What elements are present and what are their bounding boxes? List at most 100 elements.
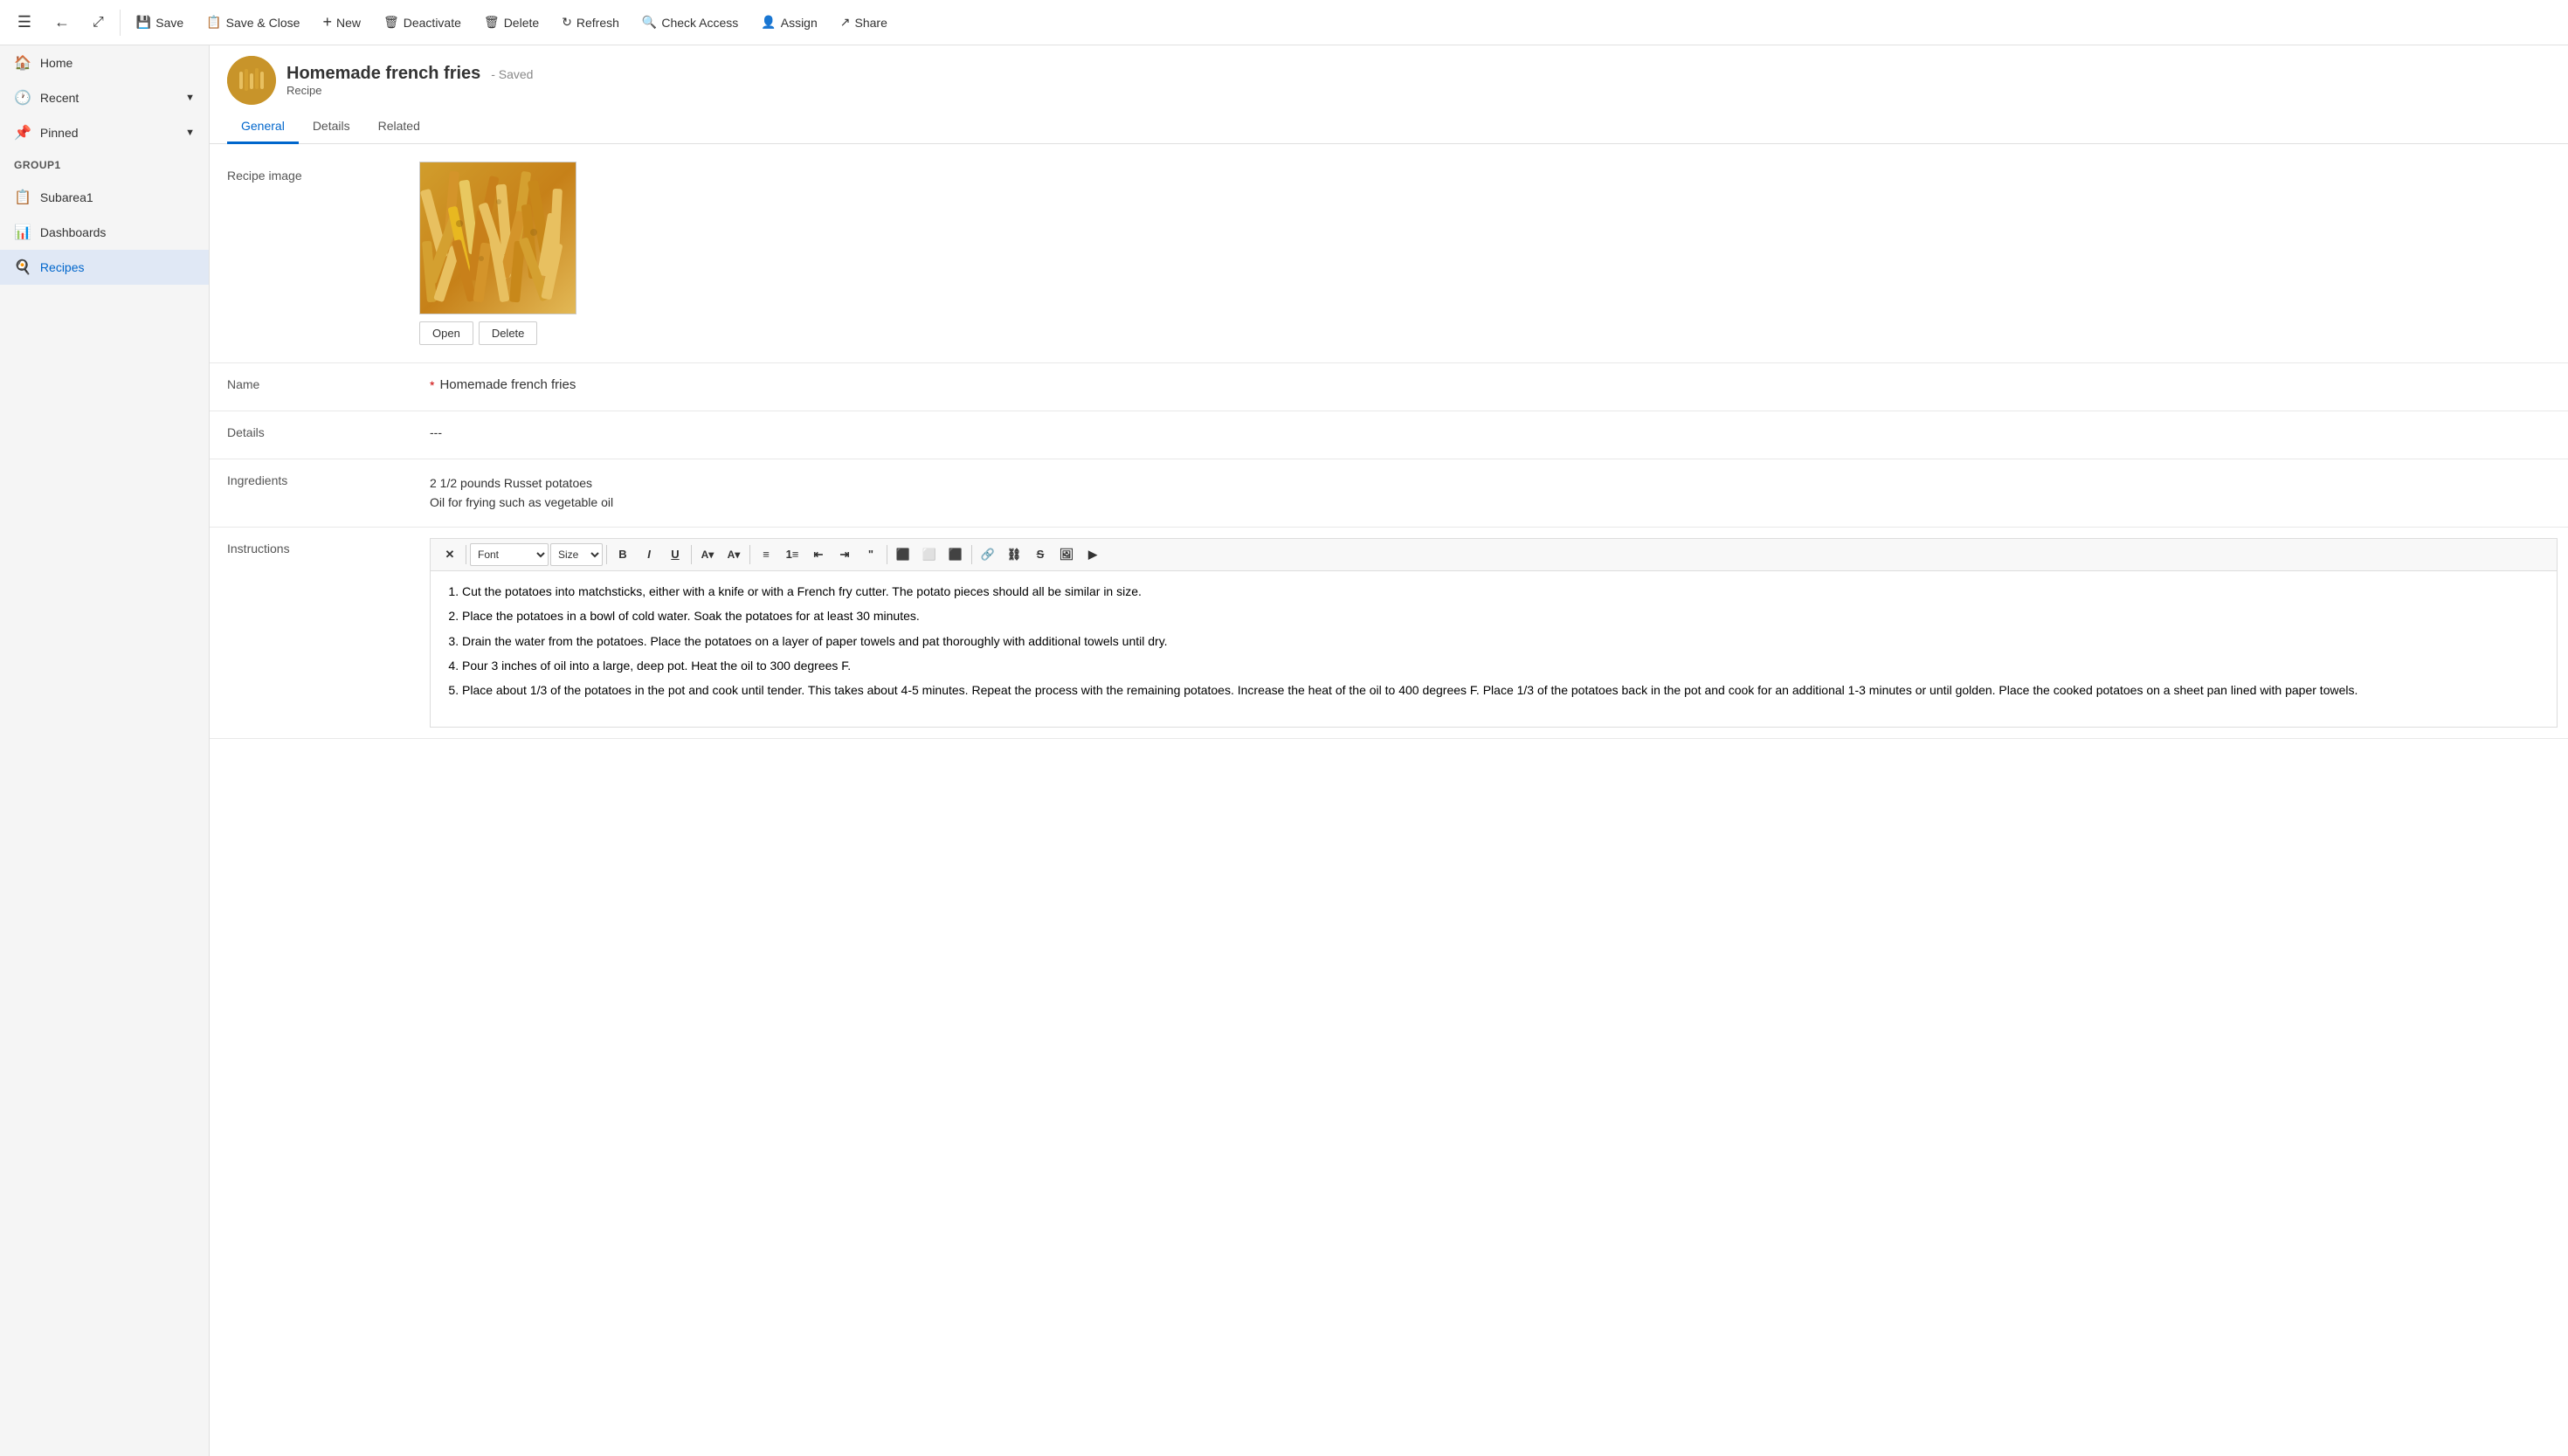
delete-icon: 🗑	[484, 15, 500, 30]
bullet-list-button[interactable]: ≡	[754, 542, 778, 567]
decrease-indent-button[interactable]: ⇤	[806, 542, 831, 567]
align-right-icon: ⬛	[949, 548, 963, 562]
instruction-item: Pour 3 inches of oil into a large, deep …	[462, 656, 2543, 675]
font-select[interactable]: Font	[470, 543, 549, 566]
instruction-item: Place the potatoes in a bowl of cold wat…	[462, 606, 2543, 625]
check-access-icon: 🔍	[642, 15, 657, 30]
avatar-image	[227, 56, 276, 105]
align-left-icon: ⬛	[896, 548, 910, 562]
align-center-icon: ⬜	[922, 548, 936, 562]
avatar	[227, 56, 276, 105]
sidebar-item-pinned[interactable]: 📌 Pinned ▼	[0, 115, 209, 150]
save-close-label: Save & Close	[226, 16, 300, 30]
dashboard-icon: 📊	[14, 224, 31, 241]
new-button[interactable]: + New	[312, 8, 371, 37]
instructions-content[interactable]: Cut the potatoes into matchsticks, eithe…	[430, 570, 2558, 728]
sidebar-item-subarea1[interactable]: 📋 Subarea1	[0, 180, 209, 215]
underline-button[interactable]: U	[663, 542, 687, 567]
align-right-button[interactable]: ⬛	[943, 542, 968, 567]
sidebar-item-home[interactable]: 🏠 Home	[0, 45, 209, 80]
bold-button[interactable]: B	[611, 542, 635, 567]
sidebar-item-label: Pinned	[40, 126, 176, 140]
tab-general[interactable]: General	[227, 112, 299, 144]
delete-image-button[interactable]: Delete	[479, 321, 538, 345]
assign-label: Assign	[781, 16, 818, 30]
highlight-icon: A▾	[701, 549, 714, 561]
instructions-row: Instructions ✕ Font Size	[210, 528, 2568, 739]
size-select[interactable]: Size	[550, 543, 603, 566]
save-button[interactable]: 💾 Save	[126, 10, 194, 35]
ingredients-line1: 2 1/2 pounds Russet potatoes	[430, 473, 2558, 493]
strikethrough-button[interactable]: S	[1028, 542, 1053, 567]
instruction-item: Place about 1/3 of the potatoes in the p…	[462, 680, 2543, 700]
clear-format-button[interactable]: ✕	[438, 542, 462, 567]
numbered-list-button[interactable]: 1≡	[780, 542, 804, 567]
sidebar-item-recent[interactable]: 🕐 Recent ▼	[0, 80, 209, 115]
recent-icon: 🕐	[14, 89, 31, 107]
sidebar-item-label: Recent	[40, 91, 176, 105]
increase-indent-button[interactable]: ⇥	[832, 542, 857, 567]
form-area: Recipe image	[210, 144, 2568, 1456]
content-area: Homemade french fries - Saved Recipe Gen…	[210, 45, 2568, 1456]
numbered-list-icon: 1≡	[786, 548, 799, 561]
delete-image-label: Delete	[492, 327, 525, 340]
back-icon: ←	[54, 13, 70, 31]
deactivate-button[interactable]: 🗑 Deactivate	[373, 10, 472, 35]
chevron-down-icon: ▼	[185, 128, 195, 138]
assign-button[interactable]: 👤 Assign	[750, 10, 827, 35]
sidebar-item-label: Recipes	[40, 260, 85, 274]
name-row: Name * Homemade french fries	[210, 363, 2568, 411]
blockquote-icon: "	[868, 548, 873, 561]
required-star: *	[430, 378, 434, 392]
open-image-label: Open	[432, 327, 460, 340]
check-access-button[interactable]: 🔍 Check Access	[632, 10, 749, 35]
ingredients-field-value[interactable]: 2 1/2 pounds Russet potatoes Oil for fry…	[419, 459, 2568, 527]
share-button[interactable]: ↗ Share	[830, 10, 898, 35]
more-options-button[interactable]: ▶	[1080, 542, 1105, 567]
pin-icon: 📌	[14, 124, 31, 141]
name-field-label: Name	[210, 363, 419, 405]
details-row: Details ---	[210, 411, 2568, 459]
insert-image-button[interactable]: 🖼	[1054, 542, 1079, 567]
sidebar-item-label: Subarea1	[40, 190, 93, 204]
align-left-button[interactable]: ⬛	[891, 542, 915, 567]
open-new-icon: ⤢	[93, 15, 104, 31]
highlight-button[interactable]: A▾	[695, 542, 720, 567]
refresh-button[interactable]: ↻ Refresh	[551, 10, 630, 35]
sidebar-item-label: Dashboards	[40, 225, 107, 239]
open-image-button[interactable]: Open	[419, 321, 473, 345]
instruction-item: Drain the water from the potatoes. Place…	[462, 631, 2543, 651]
ingredients-field-label: Ingredients	[210, 459, 419, 501]
sidebar-item-label: Home	[40, 56, 72, 70]
open-new-button[interactable]: ⤢	[82, 10, 114, 36]
align-center-button[interactable]: ⬜	[917, 542, 942, 567]
insert-image-icon: 🖼	[1060, 548, 1074, 562]
toolbar-sep	[971, 545, 972, 564]
blockquote-button[interactable]: "	[859, 542, 883, 567]
underline-label: U	[671, 548, 679, 561]
record-title-line: Homemade french fries - Saved	[286, 64, 533, 84]
sidebar-group1-header: Group1	[0, 150, 209, 180]
menu-button[interactable]: ☰	[7, 5, 42, 40]
italic-button[interactable]: I	[637, 542, 661, 567]
main-layout: 🏠 Home 🕐 Recent ▼ 📌 Pinned ▼ Group1 📋 Su…	[0, 45, 2568, 1456]
tab-details[interactable]: Details	[299, 112, 364, 144]
sidebar-item-recipes[interactable]: 🍳 Recipes	[0, 250, 209, 285]
bullet-list-icon: ≡	[763, 548, 770, 561]
remove-link-button[interactable]: ⛓	[1002, 542, 1026, 567]
home-icon: 🏠	[14, 54, 31, 72]
clear-format-icon: ✕	[445, 548, 455, 562]
delete-button[interactable]: 🗑 Delete	[473, 10, 549, 35]
save-close-button[interactable]: 📋 Save & Close	[196, 10, 310, 35]
save-icon: 💾	[136, 15, 151, 30]
instructions-list: Cut the potatoes into matchsticks, eithe…	[445, 582, 2543, 700]
font-color-button[interactable]: A▾	[721, 542, 746, 567]
details-field-value[interactable]: ---	[419, 411, 2568, 453]
back-button[interactable]: ←	[44, 8, 80, 37]
image-field-label: Recipe image	[210, 162, 419, 183]
tab-related[interactable]: Related	[364, 112, 434, 144]
sidebar-item-dashboards[interactable]: 📊 Dashboards	[0, 215, 209, 250]
insert-link-button[interactable]: 🔗	[976, 542, 1000, 567]
decrease-indent-icon: ⇤	[814, 548, 824, 562]
name-field-value[interactable]: * Homemade french fries	[419, 363, 2568, 406]
